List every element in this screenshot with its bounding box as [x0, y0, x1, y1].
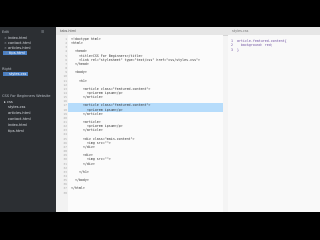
- sidebar-item-contact[interactable]: × contact.html: [4, 41, 31, 45]
- css-code-line[interactable]: 1 article.featured-content{: [231, 39, 287, 43]
- file-item-articles[interactable]: articles.html: [8, 111, 30, 115]
- close-icon: ×: [5, 51, 8, 55]
- css-code-line[interactable]: 2 background: red;: [231, 43, 273, 47]
- close-icon: ×: [4, 36, 7, 40]
- css-editor[interactable]: 1 article.featured-content{2 background:…: [228, 35, 320, 212]
- settings-icon[interactable]: ☰: [41, 30, 44, 34]
- project-title: CSS For Beginners Website: [2, 94, 51, 98]
- editor-window: Edit ☰ × index.html × contact.html × art…: [0, 27, 320, 212]
- sidebar-item-tips[interactable]: × tips.html: [3, 51, 27, 55]
- sidebar-item-index[interactable]: × index.html: [4, 36, 27, 40]
- line-number: 38: [63, 190, 67, 195]
- close-icon: ×: [4, 46, 7, 50]
- close-icon: ×: [5, 72, 8, 76]
- file-item-styles[interactable]: styles.css: [8, 105, 25, 109]
- tab-styles-css[interactable]: styles.css: [232, 29, 248, 33]
- sidebar-header-right: Right: [2, 67, 12, 71]
- file-item-index[interactable]: index.html: [8, 123, 27, 127]
- code-line[interactable]: 38: [56, 191, 223, 195]
- file-item-contact[interactable]: contact.html: [8, 117, 31, 121]
- sidebar-item-articles[interactable]: × articles.html: [4, 46, 30, 50]
- code-editor[interactable]: 1 <!doctype html> 2 <html> 3 4 <head> 5 <title…: [56, 35, 223, 212]
- sidebar-header-edit: Edit ☰: [2, 30, 45, 34]
- folder-item-css[interactable]: ▸ css: [4, 100, 13, 104]
- sidebar-item-styles[interactable]: × styles.css: [3, 72, 29, 76]
- close-icon: ×: [4, 41, 7, 45]
- file-item-tips[interactable]: tips.html: [8, 129, 24, 133]
- sidebar: Edit ☰ × index.html × contact.html × art…: [0, 27, 56, 212]
- tab-tabs-html[interactable]: tabs.html: [60, 29, 76, 33]
- folder-icon: ▸: [4, 100, 6, 104]
- css-code-line[interactable]: 3 }: [231, 48, 239, 52]
